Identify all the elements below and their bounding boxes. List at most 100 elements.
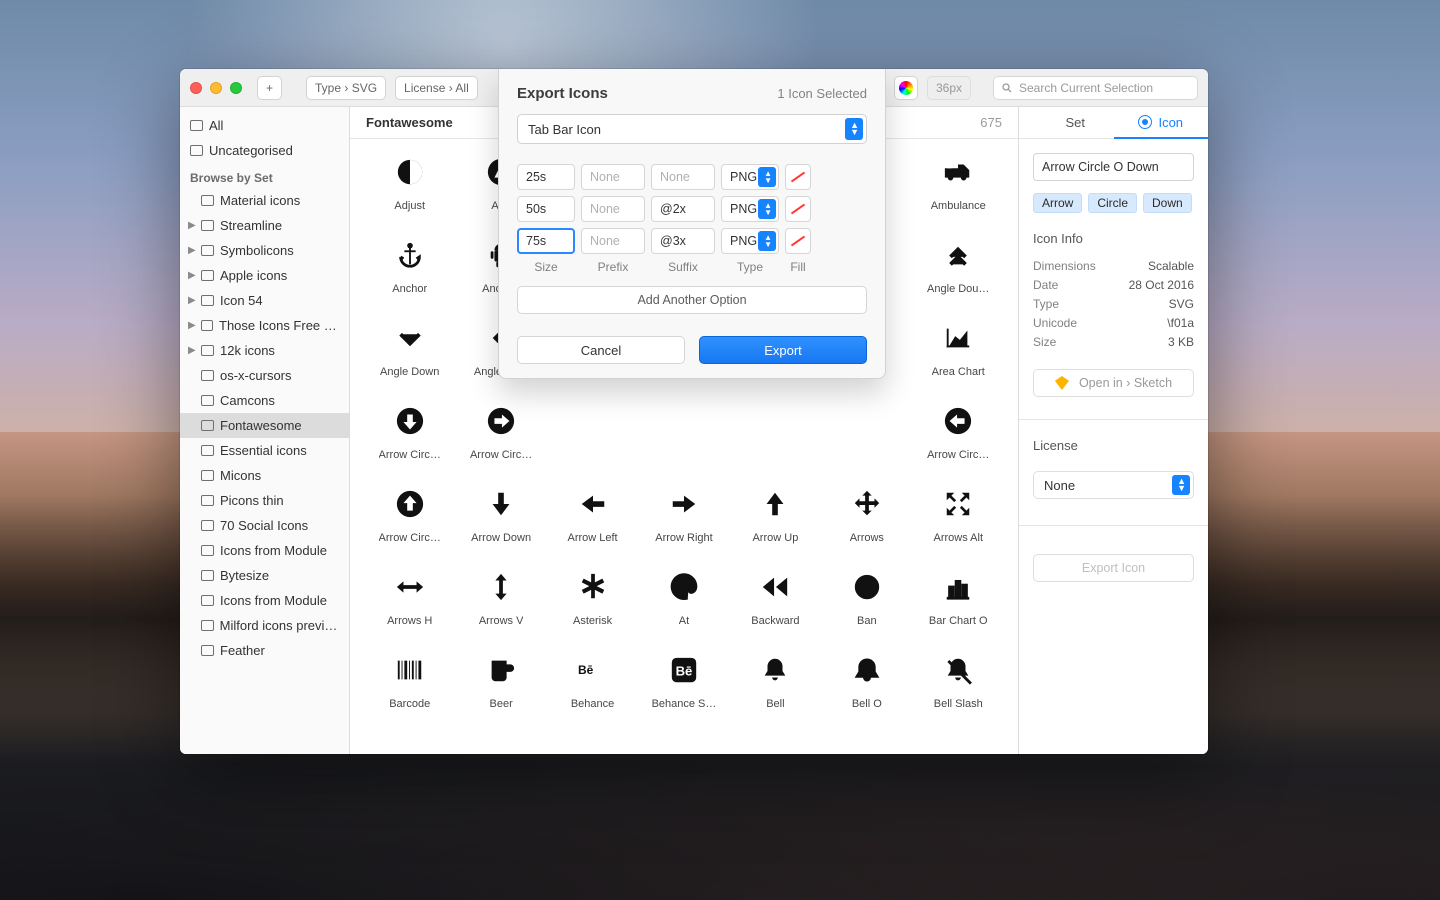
- icon-cell[interactable]: Bell: [730, 649, 821, 732]
- grid-icon: [760, 649, 790, 691]
- icon-size-display[interactable]: 36px: [927, 76, 971, 100]
- chevron-updown-icon: ▲▼: [850, 122, 859, 136]
- tag[interactable]: Down: [1143, 193, 1192, 213]
- icon-name-field[interactable]: Arrow Circle O Down: [1033, 153, 1194, 181]
- icon-cell[interactable]: Arrows V: [455, 566, 546, 649]
- sidebar-item-set[interactable]: ▶Icon 54: [180, 288, 349, 313]
- icon-cell[interactable]: Asterisk: [547, 566, 638, 649]
- open-in-sketch-button[interactable]: Open in › Sketch: [1033, 369, 1194, 397]
- icon-cell[interactable]: Arrow Circ…: [364, 483, 455, 566]
- grid-icon: [943, 483, 973, 525]
- sidebar-item-label: Material icons: [220, 193, 300, 208]
- tag[interactable]: Arrow: [1033, 193, 1082, 213]
- license-select[interactable]: None ▲▼: [1033, 471, 1194, 499]
- icon-cell[interactable]: [638, 400, 729, 483]
- icon-cell[interactable]: Angle Dou…: [913, 234, 1004, 317]
- export-suffix-field[interactable]: @2x: [651, 196, 715, 222]
- icon-cell[interactable]: Ambulance: [913, 151, 1004, 234]
- export-suffix-field[interactable]: None: [651, 164, 715, 190]
- icon-cell[interactable]: Arrows Alt: [913, 483, 1004, 566]
- icon-cell[interactable]: Angle Down: [364, 317, 455, 400]
- export-type-select[interactable]: PNG▲▼: [721, 228, 779, 254]
- icon-cell[interactable]: [547, 400, 638, 483]
- icon-cell[interactable]: Arrow Circ…: [913, 400, 1004, 483]
- export-fill-swatch[interactable]: [785, 164, 811, 190]
- icon-cell[interactable]: Arrows: [821, 483, 912, 566]
- icon-cell[interactable]: [730, 400, 821, 483]
- close-window-icon[interactable]: [190, 82, 202, 94]
- sidebar-item-set[interactable]: ▶Symbolicons: [180, 238, 349, 263]
- sidebar-item-set[interactable]: Picons thin: [180, 488, 349, 513]
- icon-cell[interactable]: Area Chart: [913, 317, 1004, 400]
- icon-cell[interactable]: Bell O: [821, 649, 912, 732]
- sidebar-uncategorised[interactable]: Uncategorised: [180, 138, 349, 163]
- export-prefix-field[interactable]: None: [581, 164, 645, 190]
- cancel-button[interactable]: Cancel: [517, 336, 685, 364]
- icon-cell[interactable]: Adjust: [364, 151, 455, 234]
- tag[interactable]: Circle: [1088, 193, 1137, 213]
- sidebar-item-set[interactable]: Milford icons preview: [180, 613, 349, 638]
- color-picker-button[interactable]: [894, 76, 918, 100]
- sidebar-item-set[interactable]: ▶Apple icons: [180, 263, 349, 288]
- grid-icon: [669, 566, 699, 608]
- icon-cell[interactable]: Backward: [730, 566, 821, 649]
- icon-cell[interactable]: Arrow Down: [455, 483, 546, 566]
- inspector: Set Icon Arrow Circle O Down Arrow Circl…: [1018, 107, 1208, 754]
- tab-set[interactable]: Set: [1019, 107, 1114, 138]
- icon-cell[interactable]: Barcode: [364, 649, 455, 732]
- sidebar-item-set[interactable]: Camcons: [180, 388, 349, 413]
- icon-cell[interactable]: At: [638, 566, 729, 649]
- icon-cell[interactable]: Bar Chart O: [913, 566, 1004, 649]
- sidebar-item-set[interactable]: os-x-cursors: [180, 363, 349, 388]
- sidebar-item-set[interactable]: Bytesize: [180, 563, 349, 588]
- sidebar-item-set[interactable]: Icons from Module: [180, 538, 349, 563]
- export-prefix-field[interactable]: None: [581, 228, 645, 254]
- traffic-lights: [190, 82, 242, 94]
- sidebar-item-set[interactable]: Material icons: [180, 188, 349, 213]
- export-size-field[interactable]: 50s: [517, 196, 575, 222]
- icon-cell[interactable]: Arrows H: [364, 566, 455, 649]
- icon-cell[interactable]: Arrow Left: [547, 483, 638, 566]
- add-export-option-button[interactable]: Add Another Option: [517, 286, 867, 314]
- icon-cell[interactable]: BēBehance S…: [638, 649, 729, 732]
- filter-license[interactable]: License › All: [395, 76, 478, 100]
- export-fill-swatch[interactable]: [785, 228, 811, 254]
- icon-cell[interactable]: Arrow Up: [730, 483, 821, 566]
- export-type-select[interactable]: PNG▲▼: [721, 164, 779, 190]
- export-size-field[interactable]: 25s: [517, 164, 575, 190]
- icon-cell[interactable]: Ban: [821, 566, 912, 649]
- sidebar-item-set[interactable]: 70 Social Icons: [180, 513, 349, 538]
- export-prefix-field[interactable]: None: [581, 196, 645, 222]
- export-fill-swatch[interactable]: [785, 196, 811, 222]
- sidebar-item-set[interactable]: Icons from Module: [180, 588, 349, 613]
- sidebar-item-set[interactable]: Essential icons: [180, 438, 349, 463]
- minimize-window-icon[interactable]: [210, 82, 222, 94]
- add-button[interactable]: +: [257, 76, 282, 100]
- sidebar-item-set[interactable]: Fontawesome: [180, 413, 349, 438]
- tab-icon[interactable]: Icon: [1114, 107, 1209, 139]
- search-input[interactable]: Search Current Selection: [993, 76, 1198, 100]
- zoom-window-icon[interactable]: [230, 82, 242, 94]
- sidebar-item-set[interactable]: ▶12k icons: [180, 338, 349, 363]
- icon-cell[interactable]: [821, 400, 912, 483]
- icon-cell[interactable]: BēBehance: [547, 649, 638, 732]
- icon-cell[interactable]: Arrow Circ…: [364, 400, 455, 483]
- export-size-field[interactable]: 75s: [517, 228, 575, 254]
- icon-cell[interactable]: Beer: [455, 649, 546, 732]
- export-type-select[interactable]: PNG▲▼: [721, 196, 779, 222]
- sidebar-all[interactable]: All: [180, 113, 349, 138]
- icon-label: At: [679, 615, 689, 627]
- export-button[interactable]: Export: [699, 336, 867, 364]
- filter-type[interactable]: Type › SVG: [306, 76, 386, 100]
- export-suffix-field[interactable]: @3x: [651, 228, 715, 254]
- icon-cell[interactable]: Bell Slash: [913, 649, 1004, 732]
- export-icon-button[interactable]: Export Icon: [1033, 554, 1194, 582]
- icon-cell[interactable]: Arrow Right: [638, 483, 729, 566]
- icon-cell[interactable]: Arrow Circ…: [455, 400, 546, 483]
- sidebar-item-set[interactable]: Micons: [180, 463, 349, 488]
- sidebar-item-set[interactable]: Feather: [180, 638, 349, 663]
- export-preset-select[interactable]: Tab Bar Icon ▲▼: [517, 114, 867, 144]
- sidebar-item-set[interactable]: ▶Those Icons Free C…: [180, 313, 349, 338]
- icon-cell[interactable]: Anchor: [364, 234, 455, 317]
- sidebar-item-set[interactable]: ▶Streamline: [180, 213, 349, 238]
